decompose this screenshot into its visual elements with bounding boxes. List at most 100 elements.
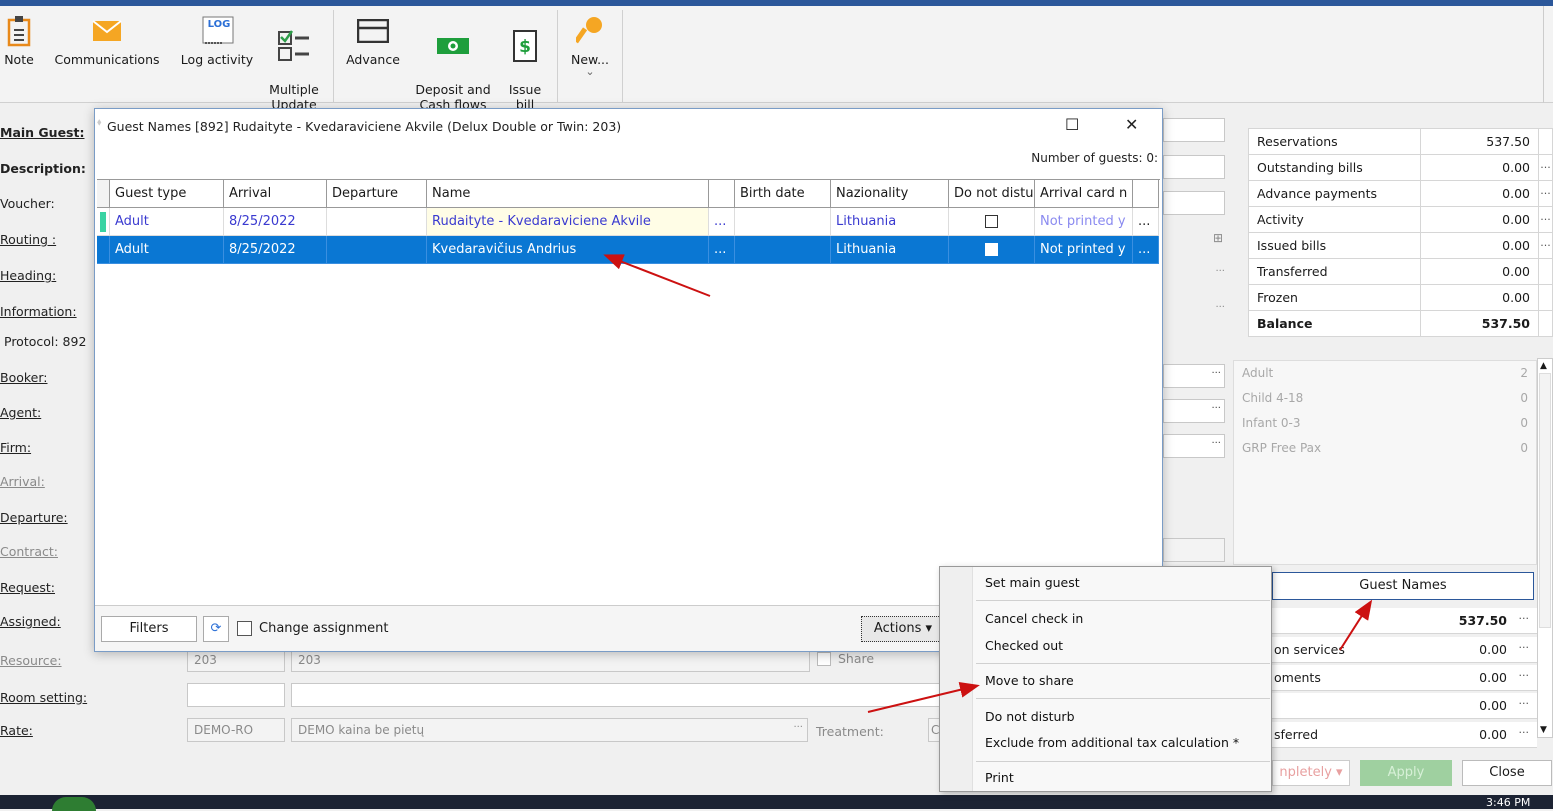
summary-details-button[interactable]: ··· [1538,206,1553,233]
label-assigned[interactable]: Assigned: [0,614,61,629]
communications-button[interactable]: Communications [44,12,170,67]
ribbon-collapse-area[interactable] [1543,6,1553,103]
cell-departure[interactable] [327,236,427,264]
room-setting-code-field[interactable] [187,683,285,707]
menu-item-cancel-check-in[interactable]: Cancel check in [985,611,1083,626]
cell-name-ellipsis-button[interactable]: ... [709,236,735,264]
label-resource[interactable]: Resource: [0,653,62,668]
firm-field[interactable]: ··· [1163,434,1225,458]
apply-button[interactable]: Apply [1360,760,1452,786]
menu-item-print[interactable]: Print [985,770,1014,785]
cell-nationality[interactable]: Lithuania [831,236,949,264]
scroll-thumb[interactable] [1539,373,1551,628]
do-not-disturb-checkbox[interactable] [985,243,998,256]
rate-name-field[interactable]: DEMO kaina be pietų ··· [291,718,808,742]
label-arrival[interactable]: Arrival: [0,474,45,489]
cell-nationality[interactable]: Lithuania [831,208,949,236]
column-header-extra[interactable] [1133,180,1159,208]
label-agent[interactable]: Agent: [0,405,41,420]
main-guest-field[interactable] [1163,118,1225,142]
cell-arrival-card-ellipsis-button[interactable]: ... [1133,236,1159,264]
contract-field[interactable] [1163,538,1225,562]
menu-item-exclude-tax[interactable]: Exclude from additional tax calculation … [985,735,1239,750]
summary-row: Transferred 0.00 [1248,258,1553,285]
summary-details-button[interactable]: ··· [1538,154,1553,181]
cell-birth-date[interactable] [735,208,831,236]
summary-row: Frozen 0.00 [1248,284,1553,311]
close-button[interactable]: Close [1462,760,1552,786]
cell-do-not-disturb[interactable] [949,236,1035,264]
change-assignment-checkbox[interactable] [237,621,252,636]
agent-field[interactable]: ··· [1163,399,1225,423]
booker-field[interactable]: ··· [1163,364,1225,388]
scroll-down-icon[interactable]: ▼ [1540,725,1547,735]
cell-departure[interactable] [327,208,427,236]
cell-guest-type[interactable]: Adult [110,236,224,264]
guest-count-panel: Adult 2 Child 4-18 0 Infant 0-3 0 GRP Free … [1233,360,1537,565]
description-field[interactable] [1163,155,1225,179]
cell-arrival[interactable]: 8/25/2022 [224,208,327,236]
new-button[interactable]: New... ⌄ [560,12,620,77]
close-icon[interactable]: ✕ [1125,115,1138,134]
label-heading[interactable]: Heading: [0,268,56,283]
chevron-down-icon: ⌄ [585,65,595,78]
label-request[interactable]: Request: [0,580,55,595]
information-field[interactable]: ··· [1163,299,1225,323]
cell-name[interactable]: Kvedaravičius Andrius [427,236,709,264]
log-activity-button[interactable]: LOG Log activity [174,12,260,67]
label-contract[interactable]: Contract: [0,544,58,559]
cancel-completely-button[interactable]: npletely ▾ [1272,760,1350,786]
label-booker[interactable]: Booker: [0,370,48,385]
cell-birth-date[interactable] [735,236,831,264]
summary-details-button[interactable]: ··· [1538,180,1553,207]
label-departure[interactable]: Departure: [0,510,68,525]
summary-details-button[interactable]: ··· [1538,232,1553,259]
voucher-field[interactable] [1163,191,1225,215]
column-header-name[interactable]: Name [427,180,709,208]
cell-arrival-card[interactable]: Not printed y [1035,236,1133,264]
guest-names-button[interactable]: Guest Names [1272,572,1534,600]
cell-do-not-disturb[interactable] [949,208,1035,236]
cell-guest-type[interactable]: Adult [110,208,224,236]
filters-button[interactable]: Filters [101,616,197,642]
column-header-name-ellipsis[interactable] [709,180,735,208]
column-header-nationality[interactable]: Nazionality [831,180,949,208]
note-button[interactable]: Note [0,12,38,67]
cell-name-ellipsis-button[interactable]: ... [709,208,735,236]
advance-button[interactable]: Advance [340,12,406,67]
menu-item-do-not-disturb[interactable]: Do not disturb [985,709,1075,724]
column-header-arrival[interactable]: Arrival [224,180,327,208]
column-header-arrival-card[interactable]: Arrival card n [1035,180,1133,208]
label-main-guest[interactable]: Main Guest: [0,125,84,140]
note-label: Note [4,52,34,67]
cell-arrival-card-ellipsis-button[interactable]: ... [1133,208,1159,236]
column-header-birth-date[interactable]: Birth date [735,180,831,208]
heading-field[interactable]: ··· [1163,263,1225,287]
actions-dropdown-button[interactable]: Actions ▾ [861,616,945,642]
routing-field[interactable]: ⊞ [1163,227,1225,251]
label-information[interactable]: Information: [0,304,77,319]
menu-item-set-main-guest[interactable]: Set main guest [985,575,1080,590]
rate-code-field[interactable]: DEMO-RO [187,718,285,742]
dialog-app-icon: ⬧ [97,117,102,128]
refresh-button[interactable]: ⟳ [203,616,229,642]
scroll-up-icon[interactable]: ▲ [1540,361,1547,371]
column-header-guest-type[interactable]: Guest type [110,180,224,208]
label-room-setting[interactable]: Room setting: [0,690,87,705]
menu-item-checked-out[interactable]: Checked out [985,638,1063,653]
menu-item-move-to-share[interactable]: Move to share [985,673,1074,688]
maximize-icon[interactable]: ☐ [1065,115,1079,134]
summary-details-button [1538,258,1553,285]
label-rate[interactable]: Rate: [0,723,33,738]
column-header-do-not-disturb[interactable]: Do not distu [949,180,1035,208]
label-routing[interactable]: Routing : [0,232,56,247]
share-checkbox[interactable] [817,652,831,666]
room-setting-name-field[interactable] [291,683,941,707]
cell-arrival-card[interactable]: Not printed y [1035,208,1133,236]
label-firm[interactable]: Firm: [0,440,31,455]
cell-arrival[interactable]: 8/25/2022 [224,236,327,264]
column-header-departure[interactable]: Departure [327,180,427,208]
cell-name[interactable]: Rudaityte - Kvedaraviciene Akvile [427,208,709,236]
right-scrollbar[interactable]: ▲ ▼ [1537,358,1553,738]
do-not-disturb-checkbox[interactable] [985,215,998,228]
